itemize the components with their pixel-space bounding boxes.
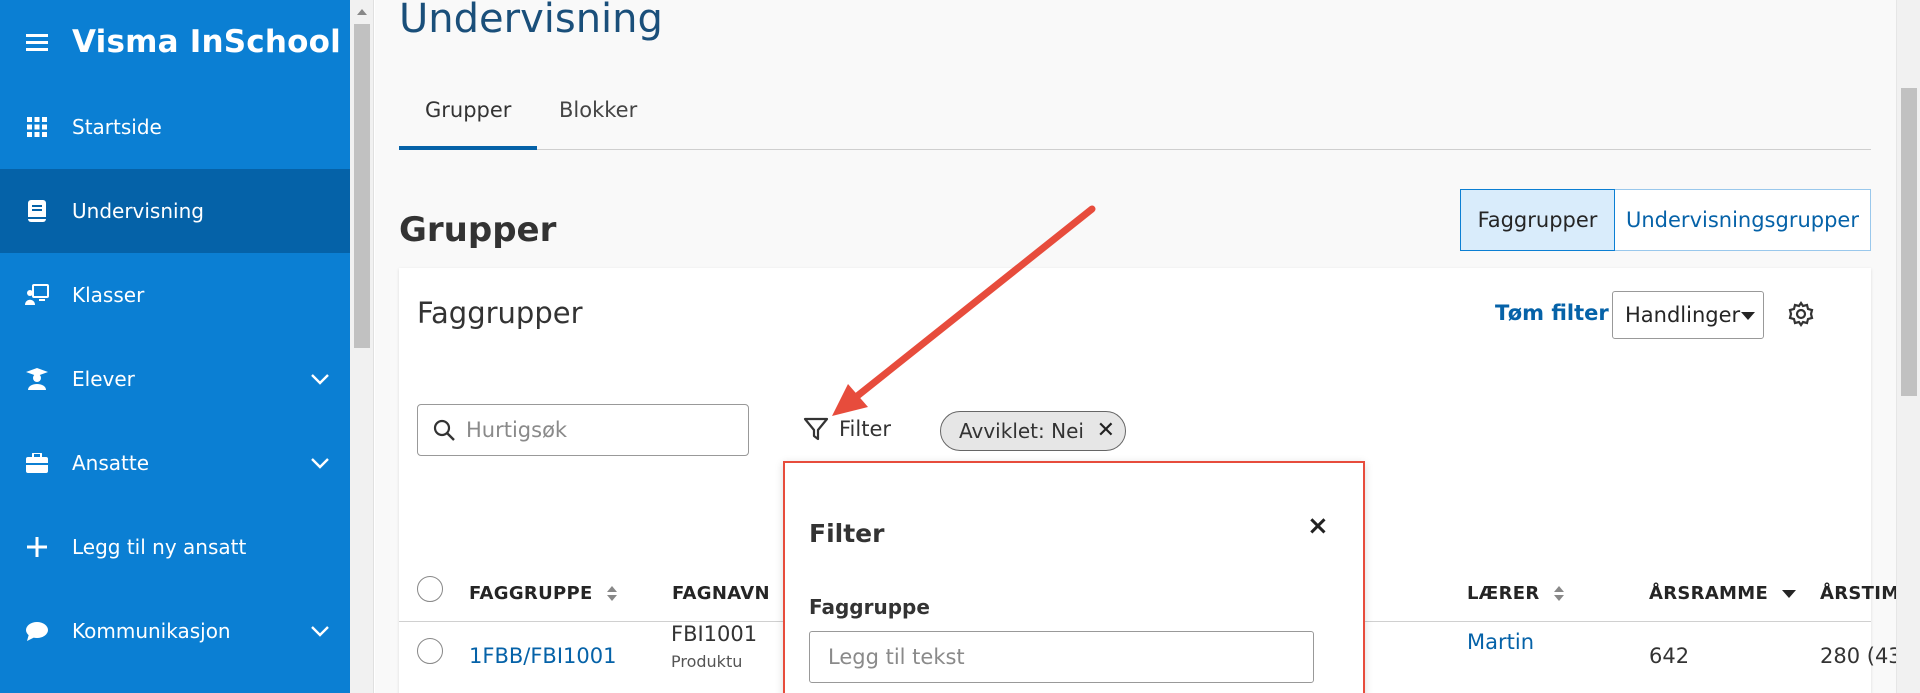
grid-icon [25,115,49,139]
menu-icon[interactable] [26,34,48,51]
sidebar-item-label: Klasser [72,283,145,307]
sidebar-item-label: Kommunikasjon [72,619,231,643]
arstime-cell: 280 (43 [1820,644,1896,668]
column-faggruppe[interactable]: FAGGRUPPE [469,583,617,604]
sidebar-item-label: Startside [72,115,162,139]
fagnavn-sub-cell: Produktu [671,652,743,671]
filter-label: Filter [839,417,892,441]
column-arstime[interactable]: ÅRSTIME [1820,583,1896,604]
scrollbar-thumb[interactable] [1901,88,1917,396]
sidebar-item-startside[interactable]: Startside [0,85,350,169]
tab-grupper[interactable]: Grupper [425,98,511,122]
clear-filter-link[interactable]: Tøm filter [1495,301,1609,325]
brand-header: Visma InSchool [0,0,350,86]
sidebar-item-klasser[interactable]: Klasser [0,253,350,337]
page-title: Undervisning [399,0,663,42]
fagnavn-cell: FBI1001 [671,622,758,646]
column-fagnavn[interactable]: FAGNAVN [672,583,770,604]
app-title: Visma InSchool [72,24,341,60]
sidebar: Visma InSchool Startside Undervisning Kl… [0,0,350,693]
sidebar-scrollbar[interactable] [350,0,374,693]
tab-bar: Grupper Blokker [399,88,1871,150]
filter-button[interactable]: Filter [803,416,891,442]
section-title: Grupper [399,210,557,250]
close-icon[interactable]: × [1307,511,1329,541]
student-icon [25,367,49,391]
sidebar-item-kommunikasjon[interactable]: Kommunikasjon [0,589,350,673]
sidebar-item-undervisning[interactable]: Undervisning [0,169,350,253]
book-icon [25,199,49,223]
card-title: Faggrupper [417,296,583,330]
plus-icon [25,535,49,559]
close-icon[interactable]: ✕ [1097,418,1115,443]
actions-label: Handlinger [1625,303,1741,327]
row-checkbox[interactable] [417,638,443,664]
popup-title: Filter [809,519,885,548]
chevron-down-icon[interactable] [308,619,332,643]
scrollbar-thumb[interactable] [354,24,370,348]
sidebar-item-label: Ansatte [72,451,150,475]
sidebar-item-elever[interactable]: Elever [0,337,350,421]
quick-search-input[interactable]: Hurtigsøk [417,404,749,456]
search-placeholder: Hurtigsøk [466,418,568,442]
segment-undervisningsgrupper[interactable]: Undervisningsgrupper [1615,189,1871,251]
sidebar-item-ansatte[interactable]: Ansatte [0,421,350,505]
segment-faggrupper[interactable]: Faggrupper [1460,189,1615,251]
classroom-icon [25,283,49,307]
sidebar-item-label: Legg til ny ansatt [72,535,247,559]
briefcase-icon [25,451,49,475]
gear-icon[interactable] [1788,301,1814,327]
sidebar-item-label: Undervisning [72,199,204,223]
search-icon [432,418,456,442]
active-tab-indicator [399,146,537,150]
scroll-up-icon[interactable] [357,9,367,15]
caret-down-icon [1741,312,1755,320]
faggruppe-field-label: Faggruppe [809,595,930,619]
sidebar-item-label: Elever [72,367,135,391]
page-scrollbar[interactable] [1896,0,1920,693]
field-placeholder: Legg til tekst [828,645,965,669]
filter-popup: Filter × Faggruppe Legg til tekst [783,461,1365,693]
chat-icon [25,619,49,643]
column-laerer[interactable]: LÆRER [1467,583,1564,604]
laerer-link[interactable]: Martin [1467,630,1534,654]
faggruppe-field[interactable]: Legg til tekst [809,631,1314,683]
chevron-down-icon[interactable] [308,451,332,475]
chevron-down-icon[interactable] [308,367,332,391]
faggruppe-link[interactable]: 1FBB/FBI1001 [469,644,616,668]
arsramme-cell: 642 [1649,644,1690,668]
select-all-checkbox[interactable] [417,576,443,602]
sort-desc-icon [1782,590,1797,598]
column-arsramme[interactable]: ÅRSRAMME [1649,583,1797,604]
filter-icon [803,416,829,442]
actions-dropdown[interactable]: Handlinger [1612,291,1764,339]
sort-icon [1553,586,1564,602]
chip-label: Avviklet: Nei [959,419,1084,443]
sidebar-item-legg-til-ny-ansatt[interactable]: Legg til ny ansatt [0,505,350,589]
tab-blokker[interactable]: Blokker [559,98,637,122]
filter-chip: Avviklet: Nei ✕ [940,411,1126,451]
sort-icon [606,586,617,602]
